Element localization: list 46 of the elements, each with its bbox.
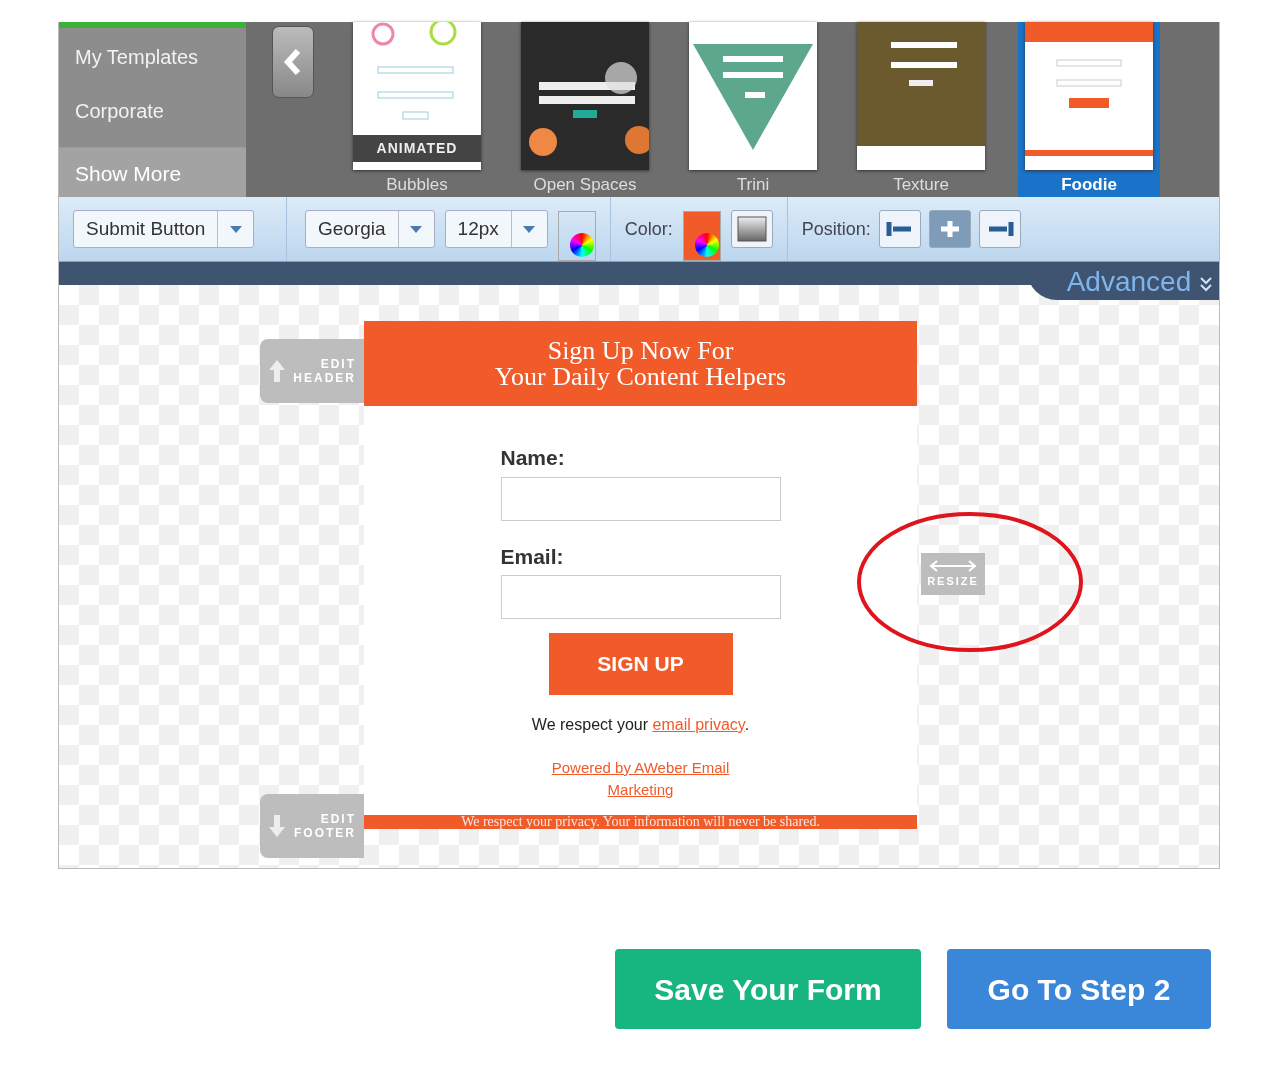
caret-down-icon	[523, 225, 536, 233]
gradient-icon	[736, 216, 767, 242]
position-left-button[interactable]	[878, 210, 921, 248]
arrow-down-icon	[268, 814, 286, 838]
caret-down-icon	[229, 225, 242, 233]
color-wheel-icon	[694, 233, 719, 257]
double-arrow-icon	[929, 558, 977, 573]
gradient-button[interactable]	[730, 210, 773, 248]
privacy-text: We respect your email privacy.	[531, 715, 750, 735]
template-option[interactable]: Open Spaces	[514, 22, 656, 197]
button-color-picker[interactable]	[682, 211, 721, 261]
element-dropdown[interactable]: Submit Button	[73, 210, 255, 248]
field-label: Name:	[500, 445, 566, 471]
position-label: Position:	[801, 217, 871, 241]
field-label: Email:	[500, 543, 565, 570]
input-field[interactable]	[500, 575, 781, 619]
input-field[interactable]	[500, 476, 781, 521]
color-wheel-icon	[569, 233, 594, 257]
sidebar-item[interactable]: My Templates	[59, 28, 246, 82]
caret-down-icon	[410, 225, 423, 233]
double-chevron-down-icon	[1199, 275, 1213, 292]
size-dropdown[interactable]: 12px	[444, 210, 548, 248]
template-option[interactable]: Trini	[682, 22, 824, 197]
show-more-button[interactable]: Show More	[59, 146, 246, 197]
sign-up-button[interactable]: SIGN UP	[548, 633, 733, 695]
next-step-button[interactable]: Go To Step 2	[947, 949, 1211, 1029]
template-option[interactable]: Texture	[850, 22, 992, 197]
edit-header-button[interactable]: EDIT HEADER	[260, 339, 364, 403]
chevron-left-icon	[283, 48, 303, 76]
save-form-button[interactable]: Save Your Form	[615, 949, 921, 1029]
background-color-picker[interactable]	[557, 211, 596, 261]
sidebar-item[interactable]: Corporate	[59, 82, 246, 136]
privacy-link[interactable]: email privacy	[652, 716, 745, 733]
resize-handle[interactable]: RESIZE	[921, 553, 985, 595]
animated-ribbon: ANIMATED	[353, 134, 481, 162]
font-dropdown[interactable]: Georgia	[305, 210, 435, 248]
form-header: Sign Up Now For Your Daily Content Helpers	[364, 321, 917, 406]
back-button[interactable]	[272, 26, 314, 98]
position-center-button[interactable]	[928, 210, 971, 248]
powered-by-link[interactable]: Powered by AWeber Email Marketing	[525, 757, 756, 801]
position-right-button[interactable]	[978, 210, 1021, 248]
template-option[interactable]: Foodie	[1018, 22, 1160, 197]
color-label: Color:	[624, 217, 673, 241]
edit-footer-button[interactable]: EDIT FOOTER	[260, 794, 364, 858]
form-footer-text: We respect your privacy. Your information will never be shared.	[364, 815, 917, 829]
arrow-up-icon	[268, 359, 286, 383]
